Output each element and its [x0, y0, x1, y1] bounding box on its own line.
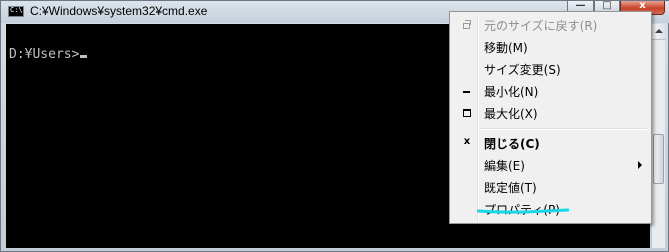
highlight-underline [477, 208, 569, 214]
submenu-arrow-icon [638, 161, 642, 169]
restore-icon [461, 18, 473, 30]
menu-item-label: 元のサイズに戻す(R) [484, 19, 598, 33]
menu-item-maximize[interactable]: 最大化(X) [452, 102, 649, 124]
scroll-up-arrow-icon[interactable] [652, 24, 665, 40]
minimize-icon: — [575, 0, 586, 11]
menu-item-edit[interactable]: 編集(E) [452, 154, 649, 176]
menu-item-label: 閉じる(C) [484, 137, 540, 151]
menu-item-resize[interactable]: サイズ変更(S) [452, 58, 649, 80]
system-menu: 元のサイズに戻す(R) 移動(M) サイズ変更(S) 最小化(N) 最大化(X)… [449, 11, 652, 224]
scroll-thumb[interactable] [653, 134, 664, 184]
menu-item-label: 最大化(X) [484, 107, 538, 121]
maximize-icon: □ [602, 0, 612, 11]
menu-item-label: 最小化(N) [484, 85, 539, 99]
maximize-icon [461, 106, 473, 118]
prompt-text: D:¥Users> [9, 47, 80, 62]
close-icon: x [639, 0, 646, 11]
menu-item-restore[interactable]: 元のサイズに戻す(R) [452, 14, 649, 36]
menu-item-defaults[interactable]: 既定値(T) [452, 176, 649, 198]
menu-item-label: 編集(E) [484, 159, 525, 173]
close-icon: x [463, 136, 471, 147]
menu-item-label: 既定値(T) [484, 181, 537, 195]
minimize-icon [461, 84, 473, 96]
menu-item-label: 移動(M) [484, 41, 528, 55]
command-prompt: D:¥Users> [9, 47, 88, 62]
text-cursor [80, 55, 88, 58]
window-title: C:¥Windows¥system32¥cmd.exe [30, 4, 208, 18]
menu-item-label: サイズ変更(S) [484, 63, 561, 77]
console-icon[interactable] [8, 6, 24, 17]
menu-item-move[interactable]: 移動(M) [452, 36, 649, 58]
menu-item-minimize[interactable]: 最小化(N) [452, 80, 649, 102]
menu-separator [480, 128, 647, 130]
menu-item-close[interactable]: x 閉じる(C) [452, 132, 649, 154]
vertical-scrollbar[interactable] [651, 24, 665, 248]
